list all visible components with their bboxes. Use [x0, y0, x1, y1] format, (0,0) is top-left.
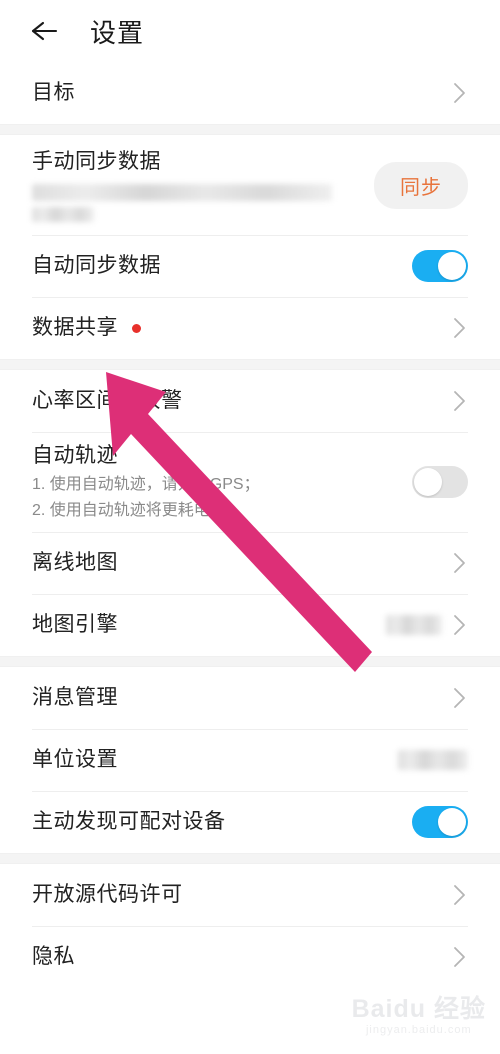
toggle-knob: [414, 468, 442, 496]
row-label: 手动同步数据: [32, 149, 161, 173]
chevron-right-icon: [452, 612, 468, 638]
chevron-right-icon: [452, 550, 468, 576]
back-button[interactable]: [30, 11, 70, 51]
page-title: 设置: [90, 17, 145, 48]
row-label: 目标: [32, 80, 75, 104]
chevron-right-icon: [452, 315, 468, 341]
settings-screen: 设置 目标 手动同步数据 同步 自动同步数据 数据共享 心率区间及报警 自动轨迹…: [0, 0, 500, 1054]
row-goals[interactable]: 目标: [0, 62, 500, 124]
auto-sync-toggle[interactable]: [412, 250, 468, 282]
chevron-right-icon: [452, 882, 468, 908]
redacted-sync-time-line1: [32, 184, 332, 202]
row-description-line1: 1. 使用自动轨迹，请开启GPS；: [32, 475, 260, 493]
row-label: 地图引擎: [32, 612, 118, 636]
row-label: 数据共享: [32, 315, 118, 339]
row-auto-track[interactable]: 自动轨迹 1. 使用自动轨迹，请开启GPS； 2. 使用自动轨迹将更耗电。: [0, 432, 500, 532]
row-label: 心率区间及报警: [32, 388, 183, 412]
section-about: 开放源代码许可 隐私: [0, 864, 500, 988]
discover-devices-toggle[interactable]: [412, 806, 468, 838]
redacted-sync-time-line2: [32, 207, 94, 223]
row-data-sharing[interactable]: 数据共享: [0, 297, 500, 359]
row-label: 主动发现可配对设备: [32, 809, 226, 833]
auto-track-toggle[interactable]: [412, 466, 468, 498]
chevron-right-icon: [452, 388, 468, 414]
section-divider: [0, 656, 500, 667]
row-offline-map[interactable]: 离线地图: [0, 532, 500, 594]
section-divider: [0, 124, 500, 135]
row-discover-devices[interactable]: 主动发现可配对设备: [0, 791, 500, 853]
watermark-title: Baidu 经验: [351, 995, 486, 1023]
section-device: 消息管理 单位设置 主动发现可配对设备: [0, 667, 500, 853]
row-message-management[interactable]: 消息管理: [0, 667, 500, 729]
section-divider: [0, 359, 500, 370]
app-header: 设置: [0, 0, 500, 62]
toggle-knob: [438, 252, 466, 280]
section-sync: 手动同步数据 同步 自动同步数据 数据共享: [0, 135, 500, 359]
sync-button[interactable]: 同步: [374, 161, 468, 209]
section-goals: 目标: [0, 62, 500, 124]
row-label: 单位设置: [32, 747, 118, 771]
section-activity: 心率区间及报警 自动轨迹 1. 使用自动轨迹，请开启GPS； 2. 使用自动轨迹…: [0, 370, 500, 656]
row-open-source-licenses[interactable]: 开放源代码许可: [0, 864, 500, 926]
chevron-right-icon: [452, 685, 468, 711]
row-manual-sync[interactable]: 手动同步数据 同步: [0, 135, 500, 235]
watermark-url: jingyan.baidu.com: [365, 1024, 472, 1036]
row-privacy[interactable]: 隐私: [0, 926, 500, 988]
redacted-map-engine-value: [386, 615, 442, 635]
row-label: 自动同步数据: [32, 253, 161, 277]
row-unit-settings[interactable]: 单位设置: [0, 729, 500, 791]
row-label: 开放源代码许可: [32, 882, 183, 906]
row-label: 离线地图: [32, 550, 118, 574]
row-description-line2: 2. 使用自动轨迹将更耗电。: [32, 502, 226, 520]
new-badge-dot-icon: [132, 323, 141, 333]
section-divider: [0, 853, 500, 864]
back-arrow-icon: [30, 19, 64, 43]
chevron-right-icon: [452, 80, 468, 106]
row-label: 隐私: [32, 944, 75, 968]
site-watermark: Baidu 经验 jingyan.baidu.com: [352, 997, 486, 1036]
row-heart-rate-zones[interactable]: 心率区间及报警: [0, 370, 500, 432]
row-auto-sync[interactable]: 自动同步数据: [0, 235, 500, 297]
redacted-unit-value: [398, 750, 468, 770]
row-map-engine[interactable]: 地图引擎: [0, 594, 500, 656]
row-label: 消息管理: [32, 685, 118, 709]
toggle-knob: [438, 808, 466, 836]
chevron-right-icon: [452, 944, 468, 970]
row-label: 自动轨迹: [32, 443, 118, 467]
